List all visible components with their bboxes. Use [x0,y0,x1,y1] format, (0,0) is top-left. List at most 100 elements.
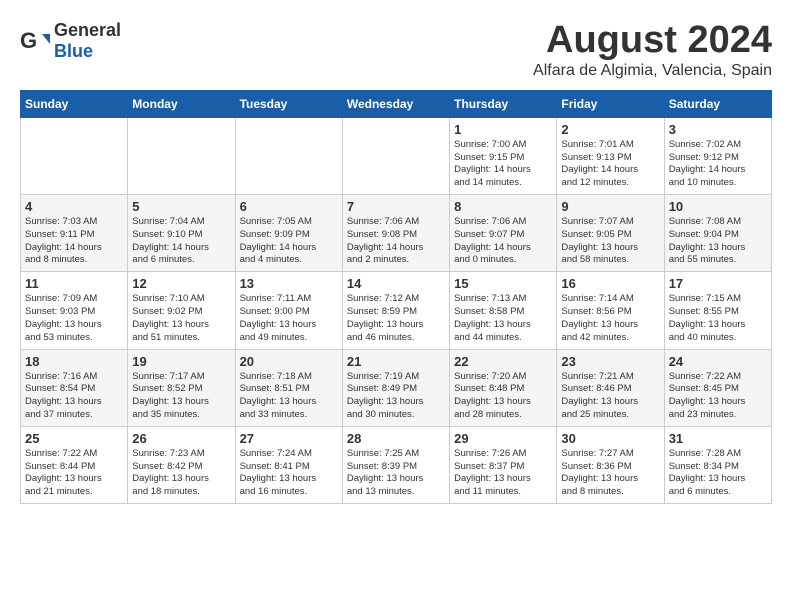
day-number: 27 [240,431,338,446]
day-cell: 29 Sunrise: 7:26 AMSunset: 8:37 PMDayligh… [450,426,557,503]
day-cell: 9Sunrise: 7:07 AMSunset: 9:05 PMDaylight… [557,195,664,272]
day-number: 2 [561,122,659,137]
day-number: 23 [561,354,659,369]
day-cell [21,117,128,194]
day-cell: 5Sunrise: 7:04 AMSunset: 9:10 PMDaylight… [128,195,235,272]
day-number: 12 [132,276,230,291]
day-cell: 1 Sunrise: 7:00 AMSunset: 9:15 PMDaylight… [450,117,557,194]
day-info: Sunrise: 7:19 AMSunset: 8:49 PMDaylight:… [347,371,445,422]
week-row-4: 18 Sunrise: 7:16 AMSunset: 8:54 PMDayligh… [21,349,772,426]
day-info: Sunrise: 7:11 AMSunset: 9:00 PMDaylight:… [240,293,338,344]
day-info: Sunrise: 7:28 AMSunset: 8:34 PMDaylight:… [669,448,767,499]
day-cell: 23 Sunrise: 7:21 AMSunset: 8:46 PMDayligh… [557,349,664,426]
day-number: 21 [347,354,445,369]
day-info: Sunrise: 7:06 AMSunset: 9:07 PMDaylight:… [454,216,552,267]
day-number: 4 [25,199,123,214]
day-info: Sunrise: 7:15 AMSunset: 8:55 PMDaylight:… [669,293,767,344]
day-number: 16 [561,276,659,291]
day-cell: 31 Sunrise: 7:28 AMSunset: 8:34 PMDayligh… [664,426,771,503]
day-info: Sunrise: 7:07 AMSunset: 9:05 PMDaylight:… [561,216,659,267]
day-number: 28 [347,431,445,446]
day-number: 30 [561,431,659,446]
calendar-header: SundayMondayTuesdayWednesdayThursdayFrid… [21,90,772,117]
day-cell: 30 Sunrise: 7:27 AMSunset: 8:36 PMDayligh… [557,426,664,503]
day-cell: 13 Sunrise: 7:11 AMSunset: 9:00 PMDayligh… [235,272,342,349]
day-number: 6 [240,199,338,214]
day-number: 13 [240,276,338,291]
day-info: Sunrise: 7:21 AMSunset: 8:46 PMDaylight:… [561,371,659,422]
day-info: Sunrise: 7:24 AMSunset: 8:41 PMDaylight:… [240,448,338,499]
week-row-3: 11Sunrise: 7:09 AMSunset: 9:03 PMDayligh… [21,272,772,349]
day-info: Sunrise: 7:06 AMSunset: 9:08 PMDaylight:… [347,216,445,267]
day-cell: 21 Sunrise: 7:19 AMSunset: 8:49 PMDayligh… [342,349,449,426]
day-cell: 18 Sunrise: 7:16 AMSunset: 8:54 PMDayligh… [21,349,128,426]
header-cell-thursday: Thursday [450,90,557,117]
day-cell [235,117,342,194]
day-cell: 2 Sunrise: 7:01 AMSunset: 9:13 PMDaylight… [557,117,664,194]
calendar-table: SundayMondayTuesdayWednesdayThursdayFrid… [20,90,772,504]
day-number: 17 [669,276,767,291]
day-info: Sunrise: 7:00 AMSunset: 9:15 PMDaylight:… [454,139,552,190]
day-number: 29 [454,431,552,446]
day-info: Sunrise: 7:10 AMSunset: 9:02 PMDaylight:… [132,293,230,344]
svg-text:G: G [20,28,37,53]
day-cell: 16Sunrise: 7:14 AMSunset: 8:56 PMDayligh… [557,272,664,349]
day-cell: 4 Sunrise: 7:03 AMSunset: 9:11 PMDaylight… [21,195,128,272]
day-cell: 3Sunrise: 7:02 AMSunset: 9:12 PMDaylight… [664,117,771,194]
day-info: Sunrise: 7:08 AMSunset: 9:04 PMDaylight:… [669,216,767,267]
day-info: Sunrise: 7:05 AMSunset: 9:09 PMDaylight:… [240,216,338,267]
day-cell: 6 Sunrise: 7:05 AMSunset: 9:09 PMDaylight… [235,195,342,272]
day-number: 8 [454,199,552,214]
day-cell [128,117,235,194]
day-cell: 12 Sunrise: 7:10 AMSunset: 9:02 PMDayligh… [128,272,235,349]
day-cell: 11Sunrise: 7:09 AMSunset: 9:03 PMDayligh… [21,272,128,349]
header-row: SundayMondayTuesdayWednesdayThursdayFrid… [21,90,772,117]
day-number: 25 [25,431,123,446]
day-number: 10 [669,199,767,214]
week-row-5: 25 Sunrise: 7:22 AMSunset: 8:44 PMDayligh… [21,426,772,503]
day-info: Sunrise: 7:13 AMSunset: 8:58 PMDaylight:… [454,293,552,344]
header-cell-sunday: Sunday [21,90,128,117]
day-info: Sunrise: 7:18 AMSunset: 8:51 PMDaylight:… [240,371,338,422]
day-number: 15 [454,276,552,291]
day-cell [342,117,449,194]
day-number: 31 [669,431,767,446]
day-number: 5 [132,199,230,214]
day-cell: 10 Sunrise: 7:08 AMSunset: 9:04 PMDayligh… [664,195,771,272]
week-row-2: 4 Sunrise: 7:03 AMSunset: 9:11 PMDaylight… [21,195,772,272]
day-cell: 17 Sunrise: 7:15 AMSunset: 8:55 PMDayligh… [664,272,771,349]
day-info: Sunrise: 7:22 AMSunset: 8:45 PMDaylight:… [669,371,767,422]
day-number: 7 [347,199,445,214]
day-number: 1 [454,122,552,137]
day-info: Sunrise: 7:12 AMSunset: 8:59 PMDaylight:… [347,293,445,344]
day-number: 18 [25,354,123,369]
day-number: 14 [347,276,445,291]
day-info: Sunrise: 7:01 AMSunset: 9:13 PMDaylight:… [561,139,659,190]
day-cell: 24Sunrise: 7:22 AMSunset: 8:45 PMDayligh… [664,349,771,426]
day-info: Sunrise: 7:09 AMSunset: 9:03 PMDaylight:… [25,293,123,344]
day-info: Sunrise: 7:16 AMSunset: 8:54 PMDaylight:… [25,371,123,422]
day-info: Sunrise: 7:26 AMSunset: 8:37 PMDaylight:… [454,448,552,499]
calendar-body: 1 Sunrise: 7:00 AMSunset: 9:15 PMDaylight… [21,117,772,503]
day-cell: 26Sunrise: 7:23 AMSunset: 8:42 PMDayligh… [128,426,235,503]
logo: G General Blue [20,20,121,62]
location: Alfara de Algimia, Valencia, Spain [533,62,772,80]
day-cell: 20Sunrise: 7:18 AMSunset: 8:51 PMDayligh… [235,349,342,426]
logo-icon: G [20,26,50,56]
day-info: Sunrise: 7:23 AMSunset: 8:42 PMDaylight:… [132,448,230,499]
logo-blue: Blue [54,41,121,62]
day-info: Sunrise: 7:27 AMSunset: 8:36 PMDaylight:… [561,448,659,499]
day-info: Sunrise: 7:03 AMSunset: 9:11 PMDaylight:… [25,216,123,267]
header-cell-monday: Monday [128,90,235,117]
title-block: August 2024 Alfara de Algimia, Valencia,… [533,20,772,80]
header-cell-friday: Friday [557,90,664,117]
day-info: Sunrise: 7:25 AMSunset: 8:39 PMDaylight:… [347,448,445,499]
day-cell: 15 Sunrise: 7:13 AMSunset: 8:58 PMDayligh… [450,272,557,349]
day-info: Sunrise: 7:22 AMSunset: 8:44 PMDaylight:… [25,448,123,499]
day-info: Sunrise: 7:17 AMSunset: 8:52 PMDaylight:… [132,371,230,422]
day-cell: 8 Sunrise: 7:06 AMSunset: 9:07 PMDaylight… [450,195,557,272]
day-cell: 28 Sunrise: 7:25 AMSunset: 8:39 PMDayligh… [342,426,449,503]
header-cell-wednesday: Wednesday [342,90,449,117]
day-number: 3 [669,122,767,137]
day-cell: 27 Sunrise: 7:24 AMSunset: 8:41 PMDayligh… [235,426,342,503]
